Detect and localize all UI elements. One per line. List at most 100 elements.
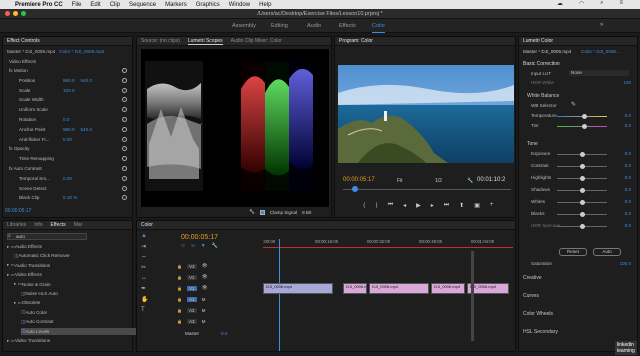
tab-source[interactable]: Source: (no clips) (141, 38, 180, 44)
menu-file[interactable]: File (72, 2, 82, 8)
slider-handle[interactable] (582, 114, 587, 119)
menu-window[interactable]: Window (229, 2, 250, 8)
reset-parameter-icon[interactable] (122, 97, 127, 103)
track-header[interactable]: 🔒 V3 👁 (177, 261, 263, 271)
reset-parameter-icon[interactable] (122, 136, 127, 142)
tab-audio-clip-mixer[interactable]: Audio Clip Mixer: Color (231, 38, 282, 44)
lift-icon[interactable]: ⬆ (459, 202, 464, 209)
lock-icon[interactable]: 🔒 (177, 264, 182, 269)
slider-handle[interactable] (579, 176, 585, 181)
lock-icon[interactable]: 🔒 (177, 286, 182, 291)
reset-parameter-icon[interactable] (122, 185, 127, 191)
more-workspaces-icon[interactable]: » (600, 22, 603, 28)
input-lut-select[interactable]: None (569, 70, 629, 76)
reset-parameter-icon[interactable] (122, 156, 127, 162)
effects-tree-item[interactable]: ◫ Auto Levels (21, 327, 141, 335)
effect-row[interactable]: fx Motion (9, 67, 47, 74)
mute-icon[interactable]: M (202, 319, 206, 324)
white-balance-heading[interactable]: White Balance (527, 93, 559, 99)
saturation-value[interactable]: 100.0 (620, 261, 632, 266)
hdr-white-value[interactable]: 100 (623, 80, 631, 85)
effects-tree-item[interactable]: ◫ Automatic Click Remover (14, 252, 70, 259)
go-to-out-icon[interactable]: ⏭ (444, 202, 449, 209)
track-header[interactable]: 🔒 A1 M (177, 294, 263, 304)
play-button[interactable]: ▶ (416, 202, 421, 209)
reset-parameter-icon[interactable] (122, 68, 127, 73)
track-header[interactable]: 🔒 V1 👁 (177, 283, 263, 293)
snap-icon[interactable]: ⊂ (181, 243, 185, 249)
track-header[interactable]: 🔒 V2 👁 (177, 272, 263, 282)
menu-graphics[interactable]: Graphics (196, 2, 220, 8)
slider-handle[interactable] (579, 164, 585, 169)
tab-effect-controls[interactable]: Effect Controls (7, 38, 40, 44)
search-icon[interactable]: ⌕ (600, 0, 603, 7)
effects-tree-item[interactable]: ▸ ▭ Audio Transitions (7, 262, 50, 269)
time-ruler[interactable]: :00:00 00:00:16:00 00:00:32:00 00:00:48:00 0… (263, 239, 513, 249)
effect-row[interactable]: Time Remapping (19, 155, 57, 162)
auto-button[interactable]: Auto (593, 248, 621, 256)
effect-controls-timecode[interactable]: 00:00:05:17 (5, 208, 31, 214)
creative-heading[interactable]: Creative (523, 275, 542, 281)
adjustment-slider[interactable] (557, 124, 607, 129)
effects-tree-item[interactable]: ▸ ▭ Obsolete (14, 299, 40, 306)
adjustment-slider[interactable] (557, 152, 607, 157)
adjustment-slider[interactable] (557, 176, 607, 181)
visibility-icon[interactable]: 👁 (202, 285, 208, 291)
hsl-secondary-heading[interactable]: HSL Secondary (523, 329, 558, 335)
basic-correction-heading[interactable]: Basic Correction (523, 61, 560, 67)
program-scrubber[interactable] (343, 189, 511, 190)
menu-help[interactable]: Help (259, 2, 271, 8)
track-header[interactable]: 🔒 A3 M (177, 316, 263, 326)
effect-row-value[interactable]: 960.0 (63, 78, 75, 83)
work-area-bar[interactable] (263, 247, 513, 248)
effect-row-value[interactable]: 0.00 (63, 176, 72, 181)
tab-program[interactable]: Program: Color (339, 38, 373, 44)
lumetri-master[interactable]: Master * DJI_0006.mp4 (523, 49, 571, 54)
menu-clip[interactable]: Clip (110, 2, 120, 8)
slider-value[interactable]: 0.0 (625, 113, 631, 118)
effect-row[interactable]: Rotation 0.0 (19, 116, 69, 123)
visibility-icon[interactable]: 👁 (202, 263, 208, 269)
track-select-icon[interactable]: ⇥ (141, 243, 148, 250)
ripple-edit-icon[interactable]: ⇔ (141, 254, 148, 260)
track-name[interactable]: V3 (186, 263, 197, 269)
list-icon[interactable]: ≡ (619, 0, 623, 7)
slider-handle[interactable] (579, 200, 585, 205)
video-clip[interactable]: DJI_0006.mp4 (369, 283, 429, 294)
timeline-scrollbar[interactable] (471, 251, 474, 341)
wrench-icon[interactable]: 🔧 (249, 209, 255, 215)
menu-markers[interactable]: Markers (165, 2, 187, 8)
eyedropper-icon[interactable]: ✎ (571, 101, 576, 108)
effect-row-value[interactable]: 540.0 (81, 78, 93, 83)
playhead-handle[interactable] (352, 186, 358, 192)
track-header[interactable]: 🔒 A2 M (177, 305, 263, 315)
workspace-tab-audio[interactable]: Audio (307, 23, 321, 29)
workspace-tab-color[interactable]: Color (372, 23, 386, 33)
mute-icon[interactable]: M (202, 297, 206, 302)
workspace-tab-editing[interactable]: Editing (271, 23, 288, 29)
effect-row[interactable]: Anti-flicker Fi... 0.00 (19, 136, 72, 143)
effect-row-value[interactable]: 540.0 (81, 127, 93, 132)
tone-heading[interactable]: Tone (527, 141, 538, 147)
color-wheels-heading[interactable]: Color Wheels (523, 311, 553, 317)
track-name[interactable]: A2 (186, 307, 197, 313)
slider-handle[interactable] (579, 212, 585, 217)
effect-row-value[interactable]: 0.00 (63, 137, 72, 142)
lock-icon[interactable]: 🔒 (177, 297, 182, 302)
creative-cloud-icon[interactable]: ☁ (557, 0, 563, 7)
adjustment-slider[interactable] (557, 164, 607, 169)
adjustment-slider[interactable] (557, 200, 607, 205)
slider-value[interactable]: 0.0 (625, 223, 631, 228)
add-marker-icon[interactable]: ▼ (201, 243, 206, 249)
tab-info[interactable]: Info (34, 222, 42, 228)
track-name[interactable]: V1 (186, 285, 197, 291)
slider-value[interactable]: 0.0 (625, 163, 631, 168)
slider-handle[interactable] (579, 224, 585, 229)
clip-label[interactable]: Color * DJI_0006.mp4 (59, 49, 104, 54)
curves-heading[interactable]: Curves (523, 293, 539, 299)
effect-row[interactable]: Black Clip 0.10 % (19, 194, 77, 201)
effect-row[interactable]: Scene Detect (19, 185, 57, 192)
effects-search-input[interactable]: auto (7, 233, 87, 240)
lock-icon[interactable]: 🔒 (177, 319, 182, 324)
slider-value[interactable]: 0.0 (625, 187, 631, 192)
